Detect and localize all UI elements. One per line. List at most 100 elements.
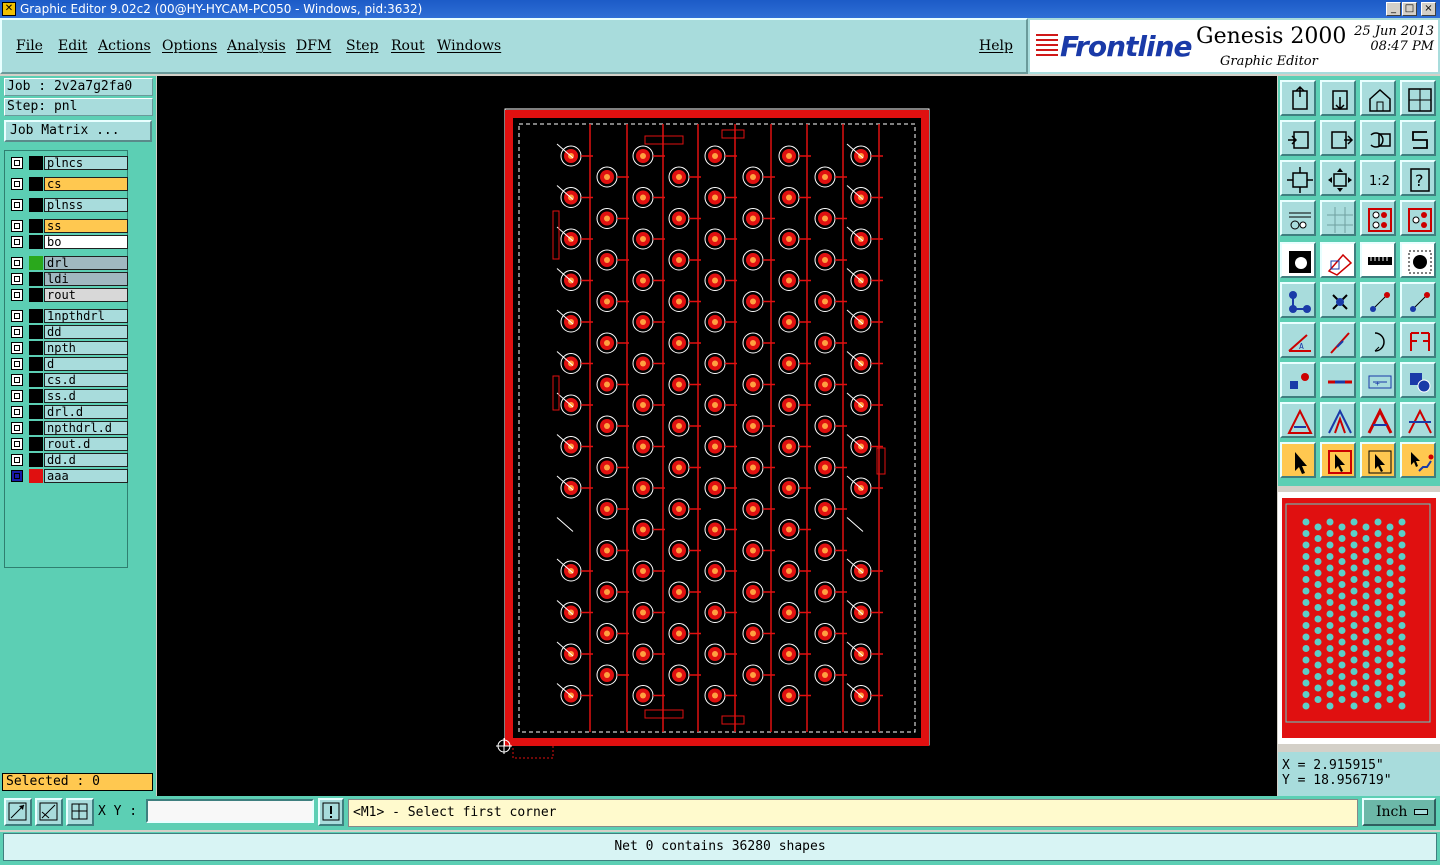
- triangle-a-button[interactable]: [1280, 402, 1316, 438]
- layer-color-swatch[interactable]: [29, 405, 43, 419]
- layer-color-swatch[interactable]: [29, 219, 43, 233]
- horizontal-line-button[interactable]: [1320, 362, 1356, 398]
- layer-color-swatch[interactable]: [29, 341, 43, 355]
- layer-checkbox[interactable]: [11, 178, 23, 190]
- layer-row-dd-d[interactable]: dd.d: [9, 453, 128, 467]
- xy-input[interactable]: [146, 799, 314, 823]
- layer-name[interactable]: drl.d: [44, 405, 128, 419]
- menu-help[interactable]: Help: [979, 38, 1013, 54]
- layer-row-d[interactable]: d: [9, 357, 128, 371]
- layer-checkbox[interactable]: [11, 358, 23, 370]
- connect-pads-button[interactable]: [1280, 282, 1316, 318]
- layer-name[interactable]: 1npthdrl: [44, 309, 128, 323]
- layer-color-swatch[interactable]: [29, 235, 43, 249]
- layer-row-npthdrl-d[interactable]: npthdrl.d: [9, 421, 128, 435]
- layer-name[interactable]: npth: [44, 341, 128, 355]
- layer-row-plnss[interactable]: plnss: [9, 198, 128, 212]
- triangle-d-button[interactable]: [1400, 402, 1436, 438]
- measure-button[interactable]: [35, 798, 63, 826]
- layer-row-cs[interactable]: cs: [9, 177, 128, 191]
- pointer-box-button[interactable]: [1320, 442, 1356, 478]
- layer-row-dd[interactable]: dd: [9, 325, 128, 339]
- layer-color-swatch[interactable]: [29, 272, 43, 286]
- layer-checkbox[interactable]: [11, 257, 23, 269]
- scale-1-2-button[interactable]: 1:2: [1360, 160, 1396, 196]
- window-titlebar[interactable]: ✕ Graphic Editor 9.02c2 (00@HY-HYCAM-PC0…: [0, 0, 1440, 18]
- layer-color-swatch[interactable]: [29, 325, 43, 339]
- layer-row-rout[interactable]: rout: [9, 288, 128, 302]
- rotate-button[interactable]: [1360, 120, 1396, 156]
- layer-checkbox[interactable]: [11, 454, 23, 466]
- layer-color-swatch[interactable]: [29, 373, 43, 387]
- layer-row-plncs[interactable]: plncs: [9, 156, 128, 170]
- layer-name[interactable]: dd: [44, 325, 128, 339]
- layer-checkbox[interactable]: [11, 390, 23, 402]
- layer-name[interactable]: plncs: [44, 156, 128, 170]
- layer-name[interactable]: aaa: [44, 469, 128, 483]
- menu-actions[interactable]: Actions: [98, 38, 151, 54]
- layer-checkbox[interactable]: [11, 374, 23, 386]
- arc-button[interactable]: [1360, 322, 1396, 358]
- line-node-button[interactable]: [1360, 282, 1396, 318]
- layer-color-swatch[interactable]: [29, 309, 43, 323]
- mirror-f-button[interactable]: [1400, 322, 1436, 358]
- pointer-route-button[interactable]: [1400, 442, 1436, 478]
- zoom-right-button[interactable]: [1320, 120, 1356, 156]
- overview-map[interactable]: [1278, 492, 1440, 744]
- snap-pad-red-button[interactable]: [1400, 200, 1436, 236]
- help-query-button[interactable]: ?: [1400, 160, 1436, 196]
- menu-options[interactable]: Options: [162, 38, 217, 54]
- home-button[interactable]: [1360, 80, 1396, 116]
- layer-name[interactable]: drl: [44, 256, 128, 270]
- layer-checkbox[interactable]: [11, 199, 23, 211]
- grid-toggle-button[interactable]: [66, 798, 94, 826]
- shapes-button[interactable]: [1400, 362, 1436, 398]
- layer-name[interactable]: rout.d: [44, 437, 128, 451]
- resize-button[interactable]: [1320, 242, 1356, 278]
- layer-name[interactable]: dd.d: [44, 453, 128, 467]
- layer-name[interactable]: ldi: [44, 272, 128, 286]
- triangle-c-button[interactable]: [1360, 402, 1396, 438]
- pointer-select-button[interactable]: [1360, 442, 1396, 478]
- layer-up-button[interactable]: [1280, 80, 1316, 116]
- layer-color-swatch[interactable]: [29, 288, 43, 302]
- line-end-button[interactable]: [1400, 282, 1436, 318]
- units-select[interactable]: Inch: [1362, 798, 1436, 826]
- layer-checkbox[interactable]: [11, 289, 23, 301]
- dimension-button[interactable]: +: [1360, 362, 1396, 398]
- layer-color-swatch[interactable]: [29, 256, 43, 270]
- cross-button[interactable]: [1320, 282, 1356, 318]
- menu-analysis[interactable]: Analysis: [227, 38, 286, 54]
- layer-row-rout-d[interactable]: rout.d: [9, 437, 128, 451]
- layer-color-swatch[interactable]: [29, 198, 43, 212]
- measure-tool-button[interactable]: [1280, 200, 1316, 236]
- layer-color-swatch[interactable]: [29, 156, 43, 170]
- layer-checkbox[interactable]: [11, 157, 23, 169]
- layer-color-swatch[interactable]: [29, 177, 43, 191]
- diagonal-line-button[interactable]: [1320, 322, 1356, 358]
- layer-color-swatch[interactable]: [29, 389, 43, 403]
- zoom-fit-button[interactable]: [1280, 160, 1316, 196]
- layer-row-ldi[interactable]: ldi: [9, 272, 128, 286]
- layer-color-swatch[interactable]: [29, 437, 43, 451]
- menu-rout[interactable]: Rout: [391, 38, 425, 54]
- pad-feature-button[interactable]: [1280, 242, 1316, 278]
- layer-checkbox[interactable]: [11, 422, 23, 434]
- layer-checkbox[interactable]: [11, 220, 23, 232]
- layer-checkbox[interactable]: [11, 342, 23, 354]
- layer-color-swatch[interactable]: [29, 421, 43, 435]
- dot-select-button[interactable]: [1400, 242, 1436, 278]
- maximize-button[interactable]: □: [1402, 2, 1417, 16]
- layer-down-button[interactable]: [1320, 80, 1356, 116]
- layer-row-drl-d[interactable]: drl.d: [9, 405, 128, 419]
- layer-row-ss[interactable]: ss: [9, 219, 128, 233]
- zoom-left-button[interactable]: [1280, 120, 1316, 156]
- layer-row-ss-d[interactable]: ss.d: [9, 389, 128, 403]
- layer-checkbox[interactable]: [11, 236, 23, 248]
- mirror-button[interactable]: [1400, 120, 1436, 156]
- layer-checkbox[interactable]: [11, 310, 23, 322]
- layer-color-swatch[interactable]: [29, 469, 43, 483]
- layer-color-swatch[interactable]: [29, 357, 43, 371]
- layer-row-npth[interactable]: npth: [9, 341, 128, 355]
- layer-name[interactable]: plnss: [44, 198, 128, 212]
